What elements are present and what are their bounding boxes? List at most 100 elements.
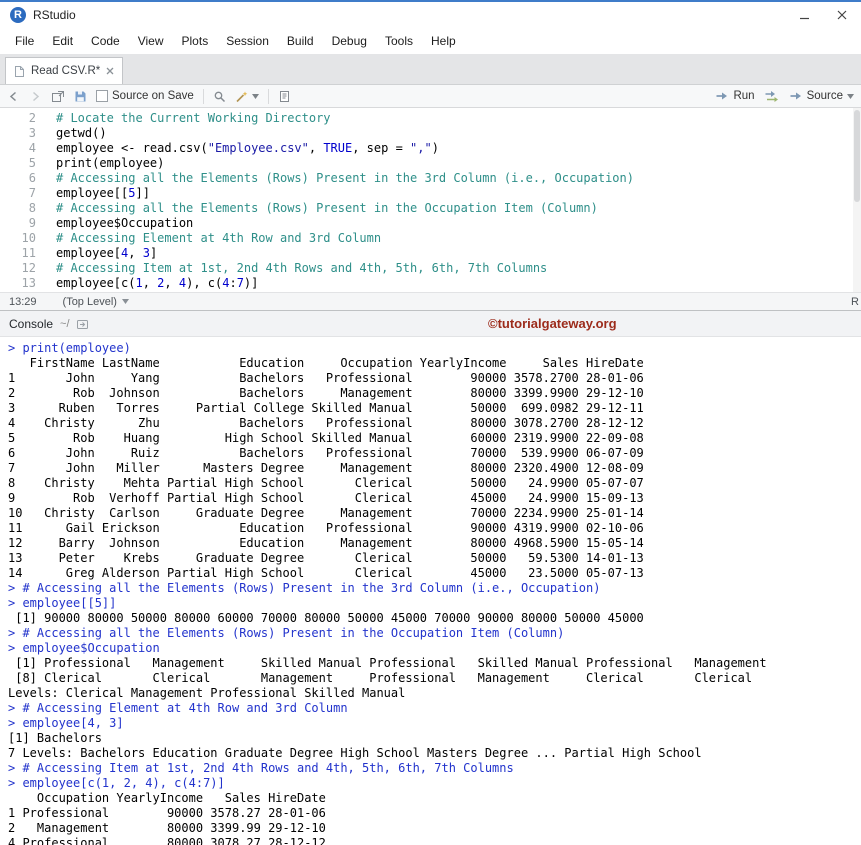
line-number: 11 (0, 246, 36, 261)
code-line: # Accessing all the Elements (Rows) Pres… (56, 171, 861, 186)
console-line: 12 Barry Johnson Education Management 80… (8, 536, 861, 551)
window-controls (797, 8, 851, 22)
editor-gutter: 2345678910111213 (0, 108, 46, 292)
console-line: [1] Bachelors (8, 731, 861, 746)
source-label: Source (807, 90, 843, 102)
line-number: 3 (0, 126, 36, 141)
console-line: 4 Professional 80000 3078.27 28-12-12 (8, 836, 861, 845)
console-line: 13 Peter Krebs Graduate Degree Clerical … (8, 551, 861, 566)
console-line: 2 Management 80000 3399.99 29-12-10 (8, 821, 861, 836)
find-replace-icon[interactable] (213, 90, 226, 103)
menu-session[interactable]: Session (217, 30, 278, 52)
menu-help[interactable]: Help (422, 30, 465, 52)
console-line: 10 Christy Carlson Graduate Degree Manag… (8, 506, 861, 521)
forward-icon[interactable] (29, 90, 42, 103)
menu-file[interactable]: File (6, 30, 43, 52)
close-button[interactable] (835, 8, 849, 22)
console-line: 14 Greg Alderson Partial High School Cle… (8, 566, 861, 581)
console-line: 4 Christy Zhu Bachelors Professional 800… (8, 416, 861, 431)
menu-code[interactable]: Code (82, 30, 129, 52)
rerun-icon[interactable] (764, 90, 780, 102)
console-line: > # Accessing all the Elements (Rows) Pr… (8, 581, 861, 596)
console-line: 1 John Yang Bachelors Professional 90000… (8, 371, 861, 386)
file-type-selector[interactable]: R Script (851, 296, 861, 308)
tab-close-icon[interactable] (106, 67, 114, 75)
menubar: FileEditCodeViewPlotsSessionBuildDebugTo… (0, 28, 861, 54)
line-number: 7 (0, 186, 36, 201)
menu-edit[interactable]: Edit (43, 30, 82, 52)
console-line: 9 Rob Verhoff Partial High School Cleric… (8, 491, 861, 506)
editor-code: # Locate the Current Working Directoryge… (46, 108, 861, 292)
back-icon[interactable] (7, 90, 20, 103)
code-line: employee$Occupation (56, 216, 861, 231)
window-title: RStudio (33, 8, 76, 22)
console-line: > employee$Occupation (8, 641, 861, 656)
console-line: 1 Professional 90000 3578.27 28-01-06 (8, 806, 861, 821)
scope-label: (Top Level) (63, 296, 117, 308)
source-on-save-checkbox[interactable] (96, 90, 108, 102)
console-line: > # Accessing all the Elements (Rows) Pr… (8, 626, 861, 641)
source-button[interactable]: Source (789, 90, 854, 102)
save-icon[interactable] (74, 90, 87, 103)
go-to-directory-icon[interactable] (77, 319, 88, 329)
console-line: 7 Levels: Bachelors Education Graduate D… (8, 746, 861, 761)
code-line: # Accessing Item at 1st, 2nd 4th Rows an… (56, 261, 861, 276)
editor-toolbar: Source on Save Run Source (0, 85, 861, 108)
console-line: > employee[[5]] (8, 596, 861, 611)
console-line: Levels: Clerical Management Professional… (8, 686, 861, 701)
source-editor[interactable]: 2345678910111213 # Locate the Current Wo… (0, 108, 861, 292)
logo-letter: R (14, 9, 22, 21)
chevron-down-icon (252, 94, 259, 99)
line-number: 12 (0, 261, 36, 276)
menu-plots[interactable]: Plots (173, 30, 218, 52)
console-line: 5 Rob Huang High School Skilled Manual 6… (8, 431, 861, 446)
console-output[interactable]: > print(employee) FirstName LastName Edu… (0, 337, 861, 845)
console-line: > employee[c(1, 2, 4), c(4:7)] (8, 776, 861, 791)
console-line: FirstName LastName Education Occupation … (8, 356, 861, 371)
code-line: # Locate the Current Working Directory (56, 111, 861, 126)
menu-debug[interactable]: Debug (323, 30, 376, 52)
menu-tools[interactable]: Tools (376, 30, 422, 52)
code-tools-menu[interactable] (235, 90, 259, 103)
console-line: 6 John Ruiz Bachelors Professional 70000… (8, 446, 861, 461)
line-number: 2 (0, 111, 36, 126)
source-on-save-toggle[interactable]: Source on Save (96, 90, 194, 102)
console-line: 8 Christy Mehta Partial High School Cler… (8, 476, 861, 491)
run-label: Run (733, 90, 754, 102)
code-line: employee[c(1, 2, 4), c(4:7)] (56, 276, 861, 291)
console-line: > # Accessing Element at 4th Row and 3rd… (8, 701, 861, 716)
watermark: ©tutorialgateway.org (488, 316, 617, 331)
run-button[interactable]: Run (715, 90, 754, 102)
console-header: Console ~/ ©tutorialgateway.org (0, 311, 861, 337)
console-line: > employee[4, 3] (8, 716, 861, 731)
line-number: 6 (0, 171, 36, 186)
menu-build[interactable]: Build (278, 30, 323, 52)
code-line: employee[[5]] (56, 186, 861, 201)
tab-label: Read CSV.R* (31, 65, 100, 77)
console-line: > print(employee) (8, 341, 861, 356)
console-pane: Console ~/ ©tutorialgateway.org > print(… (0, 310, 861, 845)
code-line: print(employee) (56, 156, 861, 171)
menu-view[interactable]: View (129, 30, 173, 52)
scope-selector[interactable]: (Top Level) (63, 296, 129, 308)
line-number: 4 (0, 141, 36, 156)
toolbar-separator (268, 89, 269, 104)
tab-read-csv[interactable]: Read CSV.R* (5, 57, 123, 84)
line-number: 13 (0, 276, 36, 291)
scrollbar-thumb[interactable] (854, 110, 860, 202)
compile-report-icon[interactable] (278, 90, 291, 103)
line-number: 5 (0, 156, 36, 171)
titlebar: R RStudio (0, 2, 861, 28)
console-line: [1] Professional Management Skilled Manu… (8, 656, 861, 671)
chevron-down-icon (122, 299, 129, 304)
editor-scrollbar[interactable] (853, 108, 861, 292)
editor-status-bar: 13:29 (Top Level) R Script (0, 292, 861, 310)
rstudio-logo-icon: R (10, 7, 26, 23)
code-line: employee[4, 3] (56, 246, 861, 261)
console-line: Occupation YearlyIncome Sales HireDate (8, 791, 861, 806)
tabbar: Read CSV.R* (0, 54, 861, 85)
open-in-new-window-icon[interactable] (51, 90, 65, 103)
minimize-button[interactable] (797, 8, 811, 22)
code-line: getwd() (56, 126, 861, 141)
code-line: # Accessing Element at 4th Row and 3rd C… (56, 231, 861, 246)
